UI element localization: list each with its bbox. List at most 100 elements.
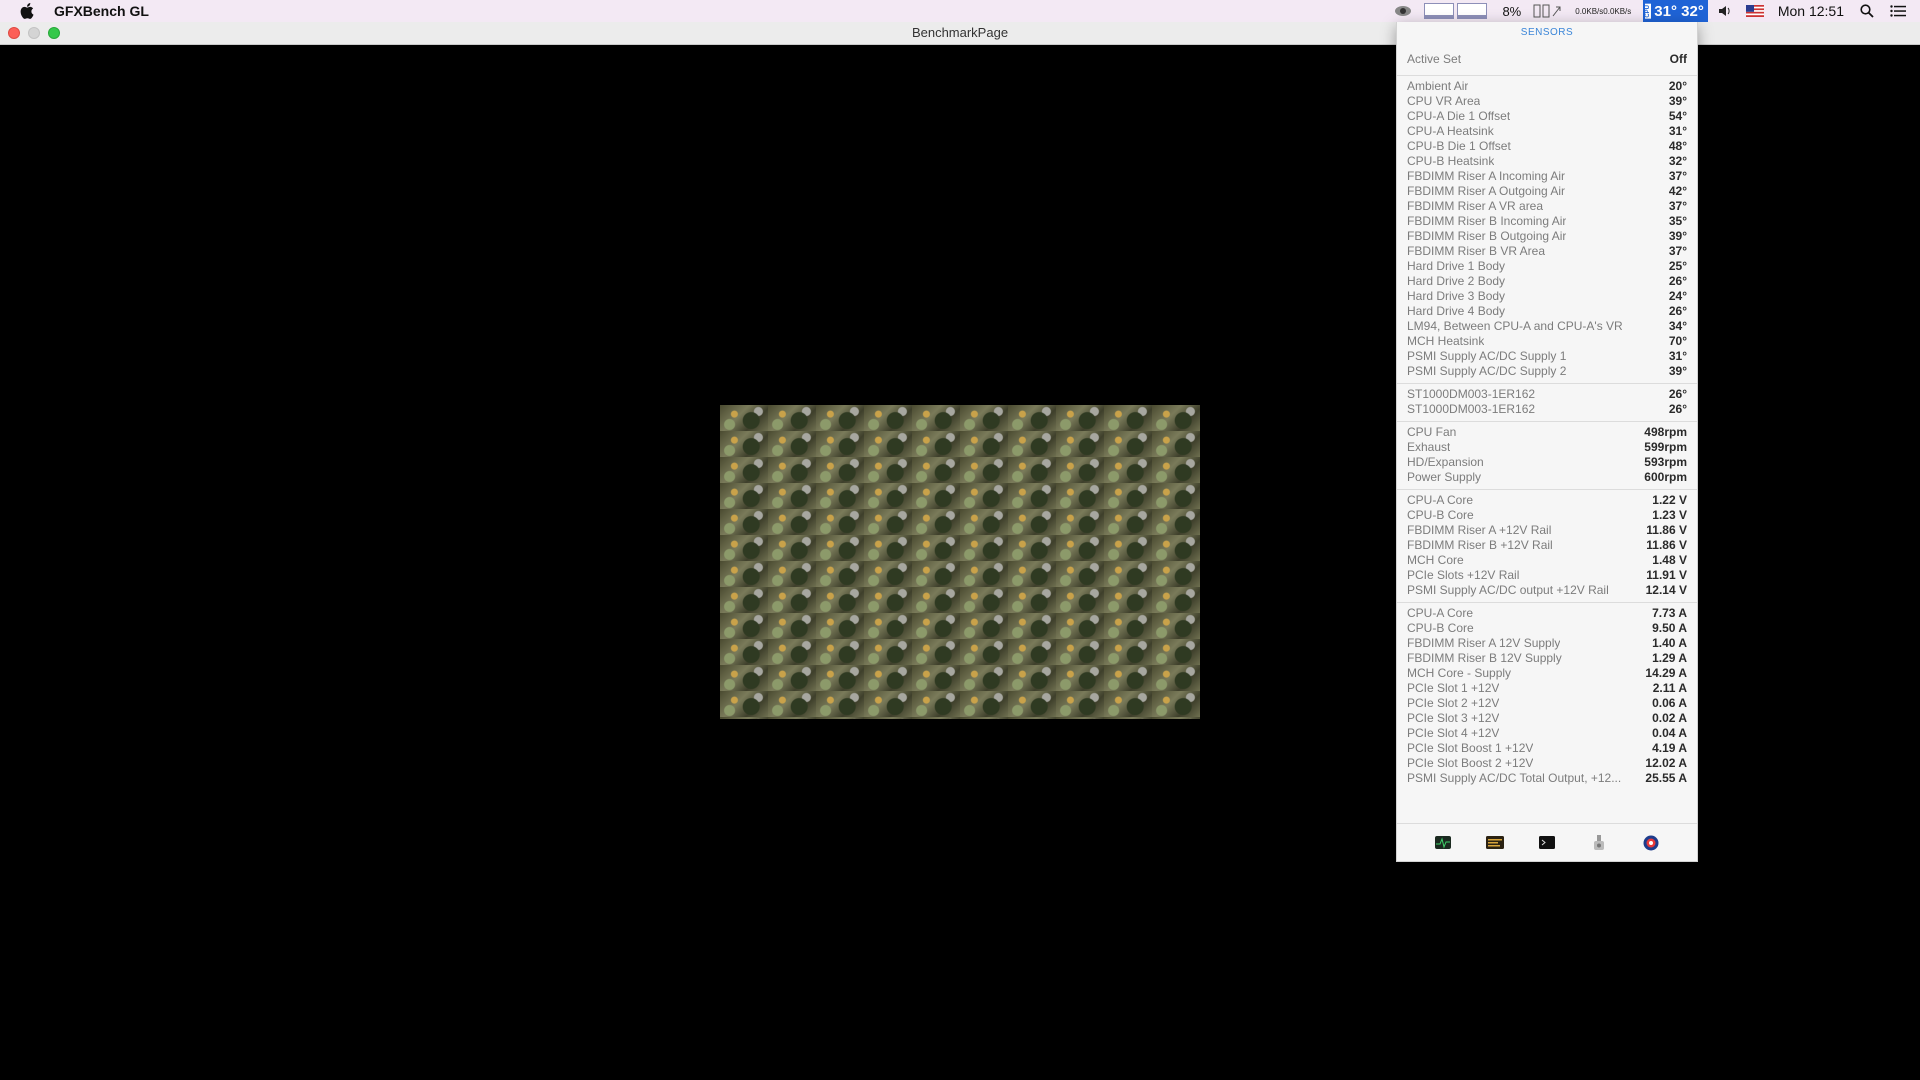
sensor-row[interactable]: MCH Core - Supply 14.29 A [1407, 666, 1687, 681]
sensor-row[interactable]: ST1000DM003-1ER162 26° [1407, 387, 1687, 402]
cpu-percent[interactable]: 8% [1502, 0, 1521, 22]
memory-graph-icon[interactable] [1424, 0, 1490, 22]
sensor-value: 0.02 A [1652, 711, 1687, 725]
sensor-value: 12.14 V [1645, 583, 1687, 597]
temperatures-section: Ambient Air 20° CPU VR Area 39° CPU-A Die 1 … [1397, 76, 1697, 384]
sensor-value: 9.50 A [1652, 621, 1687, 635]
app-name-menu[interactable]: GFXBench GL [54, 3, 149, 19]
istat-logo-icon[interactable] [1642, 835, 1660, 850]
sensor-value: 37° [1668, 199, 1687, 213]
sensor-name: FBDIMM Riser B 12V Supply [1407, 651, 1562, 665]
sensor-name: CPU-B Heatsink [1407, 154, 1495, 168]
sensor-name: Hard Drive 1 Body [1407, 259, 1506, 273]
sensor-name: Hard Drive 4 Body [1407, 304, 1506, 318]
sensor-value: 70° [1668, 334, 1687, 348]
system-preferences-icon[interactable] [1590, 834, 1608, 850]
sensor-row[interactable]: FBDIMM Riser A +12V Rail 11.86 V [1407, 523, 1687, 538]
sensor-row[interactable]: PSMI Supply AC/DC Total Output, +12... 25… [1407, 771, 1687, 786]
sensor-value: 1.22 V [1652, 493, 1687, 507]
sensor-row[interactable]: Power Supply 600rpm [1407, 470, 1687, 485]
sensor-name: PCIe Slot 4 +12V [1407, 726, 1500, 740]
sensor-row[interactable]: FBDIMM Riser B Outgoing Air 39° [1407, 229, 1687, 244]
sensor-name: CPU-A Heatsink [1407, 124, 1494, 138]
notification-center-icon[interactable] [1890, 0, 1906, 22]
sensor-row[interactable]: FBDIMM Riser A VR area 37° [1407, 199, 1687, 214]
sensor-row[interactable]: FBDIMM Riser B Incoming Air 35° [1407, 214, 1687, 229]
sensor-row[interactable]: PCIe Slot 2 +12V 0.06 A [1407, 696, 1687, 711]
us-flag-icon[interactable] [1745, 0, 1764, 22]
sensor-value: 12.02 A [1645, 756, 1687, 770]
sensor-name: MCH Core [1407, 553, 1464, 567]
sensor-row[interactable]: FBDIMM Riser B 12V Supply 1.29 A [1407, 651, 1687, 666]
sensor-name: FBDIMM Riser B Incoming Air [1407, 214, 1567, 228]
sensor-value: 31° [1668, 349, 1687, 363]
menu-clock[interactable]: Mon 12:51 [1778, 3, 1844, 19]
sensor-row[interactable]: CPU VR Area 39° [1407, 94, 1687, 109]
disk-activity-icon[interactable] [1533, 0, 1563, 22]
sensor-row[interactable]: PCIe Slot Boost 1 +12V 4.19 A [1407, 741, 1687, 756]
temp-value-2: 32° [1681, 2, 1704, 20]
sensor-row[interactable]: LM94, Between CPU-A and CPU-A's VR 34° [1407, 319, 1687, 334]
sensor-value: 11.86 V [1646, 523, 1687, 537]
console-log-icon[interactable] [1486, 836, 1504, 850]
sensor-row[interactable]: PSMI Supply AC/DC Supply 1 31° [1407, 349, 1687, 364]
sensor-row[interactable]: FBDIMM Riser B +12V Rail 11.86 V [1407, 538, 1687, 553]
sensor-row[interactable]: Hard Drive 4 Body 26° [1407, 304, 1687, 319]
sensor-row[interactable]: PCIe Slot Boost 2 +12V 12.02 A [1407, 756, 1687, 771]
sensor-row[interactable]: Hard Drive 2 Body 26° [1407, 274, 1687, 289]
sensor-row[interactable]: FBDIMM Riser A Outgoing Air 42° [1407, 184, 1687, 199]
mem-graph-1 [1424, 3, 1455, 19]
eye-icon[interactable] [1394, 0, 1412, 22]
sensor-row[interactable]: PSMI Supply AC/DC Supply 2 39° [1407, 364, 1687, 379]
sensor-row[interactable]: CPU Fan 498rpm [1407, 425, 1687, 440]
sensor-row[interactable]: FBDIMM Riser A Incoming Air 37° [1407, 169, 1687, 184]
activity-monitor-icon[interactable] [1434, 836, 1452, 850]
sensor-row[interactable]: CPU-A Heatsink 31° [1407, 124, 1687, 139]
sensor-row[interactable]: CPU-B Core 1.23 V [1407, 508, 1687, 523]
sensor-value: 25° [1668, 259, 1687, 273]
sensor-name: PCIe Slots +12V Rail [1407, 568, 1520, 582]
sensor-value: 1.40 A [1652, 636, 1687, 650]
sensor-row[interactable]: CPU-A Core 1.22 V [1407, 493, 1687, 508]
sensor-row[interactable]: FBDIMM Riser B VR Area 37° [1407, 244, 1687, 259]
sensor-name: Power Supply [1407, 470, 1482, 484]
sensor-name: PCIe Slot Boost 2 +12V [1407, 756, 1534, 770]
sensor-row[interactable]: HD/Expansion 593rpm [1407, 455, 1687, 470]
sensor-row[interactable]: Exhaust 599rpm [1407, 440, 1687, 455]
sensor-row[interactable]: Hard Drive 1 Body 25° [1407, 259, 1687, 274]
sensor-name: CPU-A Die 1 Offset [1407, 109, 1511, 123]
sensor-name: PCIe Slot 3 +12V [1407, 711, 1500, 725]
sensor-row[interactable]: PSMI Supply AC/DC output +12V Rail 12.14 … [1407, 583, 1687, 598]
sensor-row[interactable]: PCIe Slots +12V Rail 11.91 V [1407, 568, 1687, 583]
terminal-icon[interactable] [1538, 836, 1556, 850]
sensor-row[interactable]: PCIe Slot 4 +12V 0.04 A [1407, 726, 1687, 741]
sensor-row[interactable]: Hard Drive 3 Body 24° [1407, 289, 1687, 304]
sensor-value: 4.19 A [1652, 741, 1687, 755]
sensor-row[interactable]: CPU-B Heatsink 32° [1407, 154, 1687, 169]
spotlight-search-icon[interactable] [1860, 0, 1874, 22]
sensor-row[interactable]: ST1000DM003-1ER162 26° [1407, 402, 1687, 417]
sensor-row[interactable]: Ambient Air 20° [1407, 79, 1687, 94]
sensor-row[interactable]: CPU-A Core 7.73 A [1407, 606, 1687, 621]
sensor-row[interactable]: MCH Heatsink 70° [1407, 334, 1687, 349]
sensor-value: 26° [1668, 304, 1687, 318]
menu-bar: GFXBench GL 8% 0.0KB/s 0.0KB/s CPU 31° 3… [0, 0, 1920, 23]
sensor-row[interactable]: PCIe Slot 3 +12V 0.02 A [1407, 711, 1687, 726]
sensor-row[interactable]: CPU-B Core 9.50 A [1407, 621, 1687, 636]
active-set-row[interactable]: Active Set Off [1407, 52, 1687, 67]
network-throughput[interactable]: 0.0KB/s 0.0KB/s [1575, 0, 1631, 22]
sensor-row[interactable]: CPU-B Die 1 Offset 48° [1407, 139, 1687, 154]
sensor-value: 39° [1668, 364, 1687, 378]
sensor-value: 39° [1668, 229, 1687, 243]
net-down: 0.0KB/s [1603, 6, 1632, 16]
temperature-menu[interactable]: CPU 31° 32° [1643, 0, 1708, 22]
sensor-row[interactable]: MCH Core 1.48 V [1407, 553, 1687, 568]
sensor-name: FBDIMM Riser A VR area [1407, 199, 1544, 213]
apple-menu-icon[interactable] [0, 0, 54, 22]
sensor-row[interactable]: FBDIMM Riser A 12V Supply 1.40 A [1407, 636, 1687, 651]
volume-icon[interactable] [1718, 0, 1734, 22]
sensor-name: FBDIMM Riser A +12V Rail [1407, 523, 1552, 537]
sensor-name: Hard Drive 2 Body [1407, 274, 1506, 288]
sensor-row[interactable]: CPU-A Die 1 Offset 54° [1407, 109, 1687, 124]
sensor-row[interactable]: PCIe Slot 1 +12V 2.11 A [1407, 681, 1687, 696]
